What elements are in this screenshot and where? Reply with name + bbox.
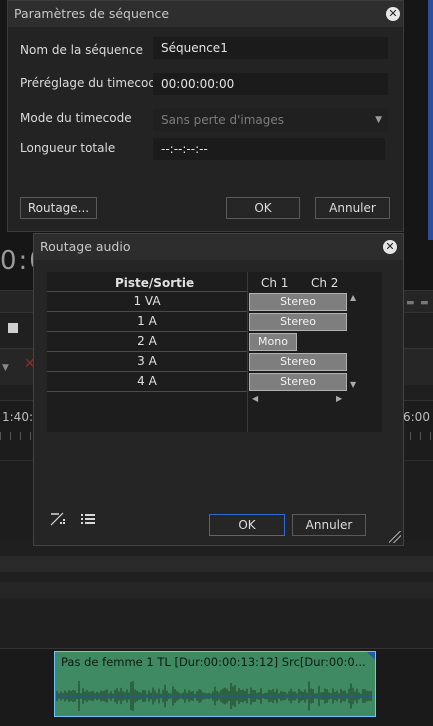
title-bar: Routage audio ✕ — [34, 234, 403, 260]
routing-cell[interactable]: Stereo — [249, 313, 347, 331]
list-icon[interactable] — [81, 514, 95, 528]
panel-edge — [428, 0, 433, 240]
track-separator — [0, 582, 433, 598]
sequence-name-label: Nom de la séquence — [20, 43, 143, 57]
dropdown-triangle-icon[interactable]: ▼ — [2, 363, 9, 373]
clip-corner-marker — [367, 652, 375, 660]
track-label: 1 VA — [133, 294, 161, 308]
track-label: 3 A — [137, 354, 157, 368]
routing-cell[interactable]: Stereo — [249, 293, 347, 311]
clip-label: Pas de femme 1 TL [Dur:00:00:13:12] Src[… — [61, 655, 366, 669]
waveform — [55, 680, 375, 712]
total-length-field[interactable]: --:--:--:-- — [153, 138, 385, 160]
track-separator — [0, 556, 433, 572]
scroll-left-icon[interactable]: ◀ — [252, 394, 258, 403]
ruler-label-right: 6:00 — [403, 410, 430, 424]
horizontal-scrollbar[interactable]: ◀ ▶ — [250, 394, 345, 406]
ch2-header: Ch 2 — [311, 276, 339, 290]
table-row: 4 A — [47, 372, 247, 392]
dialog-title: Paramètres de séquence — [14, 6, 170, 21]
cancel-button[interactable]: Annuler — [292, 514, 366, 536]
audio-clip[interactable]: Pas de femme 1 TL [Dur:00:00:13:12] Src[… — [54, 651, 376, 717]
routing-cell[interactable]: Mono — [249, 333, 297, 351]
sequence-name-field[interactable]: Séquence1 — [153, 37, 388, 59]
close-icon[interactable]: ✕ — [383, 240, 397, 254]
total-length-label: Longueur totale — [20, 141, 116, 155]
table-row: 1 VA — [47, 292, 247, 312]
table-row: 3 A — [47, 352, 247, 372]
ok-button[interactable]: OK — [226, 197, 300, 219]
ok-button[interactable]: OK — [209, 514, 285, 536]
timecode-mode-select[interactable]: Sans perte d'images ▼ — [153, 109, 388, 131]
timecode-mode-value: Sans perte d'images — [161, 113, 285, 127]
track-label: 4 A — [137, 374, 157, 388]
split-channels-icon[interactable] — [50, 512, 66, 529]
close-icon[interactable]: ✕ — [386, 7, 400, 21]
scroll-down-icon[interactable]: ▼ — [350, 380, 356, 389]
table-row: 1 A — [47, 312, 247, 332]
timecode-mode-label: Mode du timecode — [20, 111, 132, 125]
vertical-scrollbar[interactable]: ▲ ▼ — [348, 292, 360, 392]
resize-grip-icon[interactable] — [389, 531, 401, 543]
small-button-icon[interactable]: ▬ — [420, 298, 429, 308]
timecode-preset-field[interactable]: 00:00:00:00 — [153, 73, 388, 95]
routing-cell[interactable]: Stereo — [249, 353, 347, 371]
header-row — [47, 274, 247, 292]
scroll-up-icon[interactable]: ▲ — [350, 293, 356, 302]
column-divider — [247, 272, 248, 432]
routing-cell[interactable]: Stereo — [249, 373, 347, 391]
title-bar: Paramètres de séquence ✕ — [8, 1, 403, 27]
track-label: 2 A — [137, 334, 157, 348]
scroll-right-icon[interactable]: ▶ — [336, 394, 342, 403]
dialog-title: Routage audio — [40, 239, 131, 254]
track-label: 1 A — [137, 314, 157, 328]
table-row: 2 A — [47, 332, 247, 352]
cancel-button[interactable]: Annuler — [315, 197, 390, 219]
ch1-header: Ch 1 — [261, 276, 289, 290]
chevron-down-icon: ▼ — [375, 115, 382, 125]
audio-routing-dialog: Routage audio ✕ Piste/Sortie Ch 1 Ch 2 1… — [33, 233, 404, 546]
checkbox[interactable] — [8, 323, 18, 333]
timecode-preset-label: Préréglage du timecode — [20, 76, 164, 90]
routage-button[interactable]: Routage... — [20, 197, 97, 219]
sequence-settings-dialog: Paramètres de séquence ✕ Nom de la séque… — [7, 0, 404, 232]
routing-grid: Piste/Sortie Ch 1 Ch 2 1 VA Stereo 1 A S… — [47, 272, 382, 432]
small-button-icon[interactable]: ▬ — [406, 298, 415, 308]
